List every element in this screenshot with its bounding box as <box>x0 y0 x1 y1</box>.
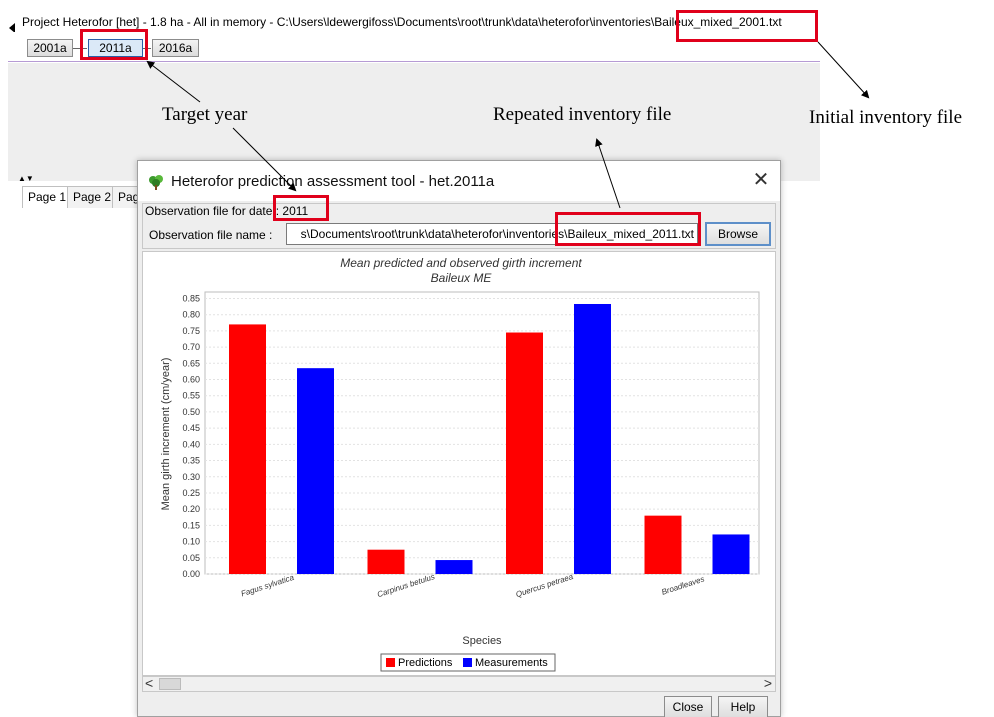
y-tick-label: 0.05 <box>182 553 200 563</box>
y-ticks: 0.00 0.05 0.10 0.15 0.20 0.25 0.30 0.35 0.40 0.45… <box>182 293 200 579</box>
y-tick-label: 0.40 <box>182 439 200 449</box>
highlight-target-step <box>80 29 148 60</box>
y-tick-label: 0.75 <box>182 326 200 336</box>
dialog-title: Heterofor prediction assessment tool - h… <box>171 173 495 190</box>
legend-swatch-predictions <box>386 658 395 667</box>
highlight-repeated-file <box>555 212 701 246</box>
tab-page-1[interactable]: Page 1 <box>22 186 73 208</box>
annotation-initial-file: Initial inventory file <box>809 107 963 128</box>
category-label: Broadleaves <box>660 574 705 596</box>
y-tick-label: 0.80 <box>182 310 200 320</box>
y-tick-label: 0.25 <box>182 488 200 498</box>
screen: Project Heterofor [het] - 1.8 ha - All i… <box>0 0 994 717</box>
step-2001a[interactable]: 2001a <box>27 39 73 57</box>
category-label: Carpinus betulus <box>376 572 436 599</box>
chart-panel: Mean predicted and observed girth increm… <box>142 251 776 676</box>
y-tick-label: 0.20 <box>182 504 200 514</box>
chart-subtitle: Baileux ME <box>431 271 493 285</box>
y-tick-label: 0.70 <box>182 342 200 352</box>
scroll-right-icon[interactable]: > <box>764 675 772 691</box>
y-tick-label: 0.50 <box>182 407 200 417</box>
annotation-repeated-file: Repeated inventory file <box>493 104 672 125</box>
close-icon[interactable]: ✕ <box>750 169 772 191</box>
bar-predictions-0 <box>229 324 266 574</box>
category-label: Fagus sylvatica <box>240 573 296 599</box>
bar-measurements-3 <box>712 534 750 574</box>
chart-title: Mean predicted and observed girth increm… <box>340 256 582 270</box>
horizontal-scrollbar[interactable]: < > <box>142 675 776 692</box>
dialog-title-bar: Heterofor prediction assessment tool - h… <box>138 161 780 201</box>
arrow-initial-file <box>817 41 870 99</box>
bar-measurements-2 <box>574 303 611 574</box>
legend-swatch-measurements <box>463 658 472 667</box>
browse-button[interactable]: Browse <box>705 222 771 246</box>
x-axis-label: Species <box>462 635 502 647</box>
bar-measurements-1 <box>435 560 473 574</box>
y-tick-label: 0.30 <box>182 472 200 482</box>
bar-predictions-1 <box>367 549 405 574</box>
y-tick-label: 0.55 <box>182 391 200 401</box>
y-tick-label: 0.35 <box>182 456 200 466</box>
bar-predictions-3 <box>644 515 682 574</box>
bar-chart: Mean predicted and observed girth increm… <box>160 256 760 672</box>
y-axis-label: Mean girth increment (cm/year) <box>160 358 172 511</box>
annotation-target-year: Target year <box>162 104 248 125</box>
legend-measurements: Measurements <box>475 657 548 669</box>
y-tick-label: 0.65 <box>182 358 200 368</box>
y-tick-label: 0.85 <box>182 293 200 303</box>
y-tick-label: 0.15 <box>182 520 200 530</box>
obs-date-text: Observation file for date <box>145 204 273 218</box>
scroll-thumb[interactable] <box>159 678 181 690</box>
y-tick-label: 0.10 <box>182 537 200 547</box>
close-button[interactable]: Close <box>664 696 712 717</box>
tab-page-2[interactable]: Page 2 <box>67 186 118 208</box>
obs-name-label: Observation file name : <box>149 228 273 242</box>
step-2016a[interactable]: 2016a <box>152 39 199 57</box>
legend: Predictions Measurements <box>380 653 556 672</box>
tree-icon <box>149 175 163 190</box>
y-tick-label: 0.00 <box>182 569 200 579</box>
highlight-initial-file <box>676 10 818 42</box>
category-label: Quercus petraea <box>515 572 575 599</box>
legend-predictions: Predictions <box>398 657 453 669</box>
y-tick-label: 0.45 <box>182 423 200 433</box>
bar-predictions-2 <box>506 332 543 574</box>
splitter-arrows-icon[interactable]: ▲▼ <box>18 174 34 183</box>
bar-measurements-0 <box>297 368 334 574</box>
category-labels: Fagus sylvatica Carpinus betulus Quercus p… <box>240 572 706 599</box>
help-button[interactable]: Help <box>718 696 768 717</box>
highlight-obs-date <box>273 195 329 221</box>
y-tick-label: 0.60 <box>182 375 200 385</box>
scroll-left-icon[interactable]: < <box>145 675 153 691</box>
